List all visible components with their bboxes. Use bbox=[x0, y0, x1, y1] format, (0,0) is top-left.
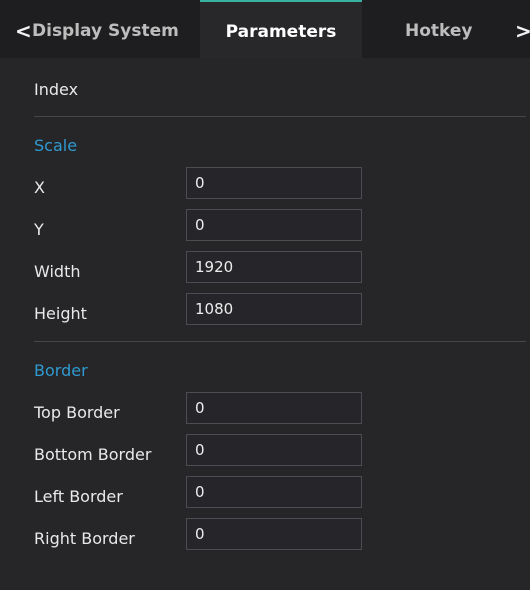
scale-height-label: Height bbox=[34, 304, 87, 323]
border-section-title: Border bbox=[34, 361, 88, 380]
scale-y-label: Y bbox=[34, 220, 44, 239]
left-border-input[interactable] bbox=[186, 476, 362, 508]
scale-y-input[interactable] bbox=[186, 209, 362, 241]
divider bbox=[34, 341, 526, 342]
bottom-border-label: Bottom Border bbox=[34, 445, 152, 464]
tab-parameters[interactable]: Parameters bbox=[200, 0, 362, 58]
scale-width-input[interactable] bbox=[186, 251, 362, 283]
scale-x-label: X bbox=[34, 178, 45, 197]
top-border-label: Top Border bbox=[34, 403, 120, 422]
bottom-border-input[interactable] bbox=[186, 434, 362, 466]
scale-x-input[interactable] bbox=[186, 167, 362, 199]
right-border-input[interactable] bbox=[186, 518, 362, 550]
top-border-input[interactable] bbox=[186, 392, 362, 424]
divider bbox=[34, 116, 526, 117]
chevron-right-icon[interactable]: > bbox=[515, 18, 530, 44]
tab-display-system[interactable]: Display System bbox=[32, 0, 179, 58]
chevron-left-icon[interactable]: < bbox=[15, 18, 32, 44]
right-border-label: Right Border bbox=[34, 529, 135, 548]
tab-bar: < Display System Parameters Hotkey > bbox=[0, 0, 530, 58]
tab-hotkey[interactable]: Hotkey bbox=[405, 0, 473, 58]
index-label: Index bbox=[34, 80, 79, 99]
scale-width-label: Width bbox=[34, 262, 81, 281]
parameters-panel: < Display System Parameters Hotkey > Ind… bbox=[0, 0, 530, 590]
scale-height-input[interactable] bbox=[186, 293, 362, 325]
left-border-label: Left Border bbox=[34, 487, 123, 506]
scale-section-title: Scale bbox=[34, 136, 78, 155]
